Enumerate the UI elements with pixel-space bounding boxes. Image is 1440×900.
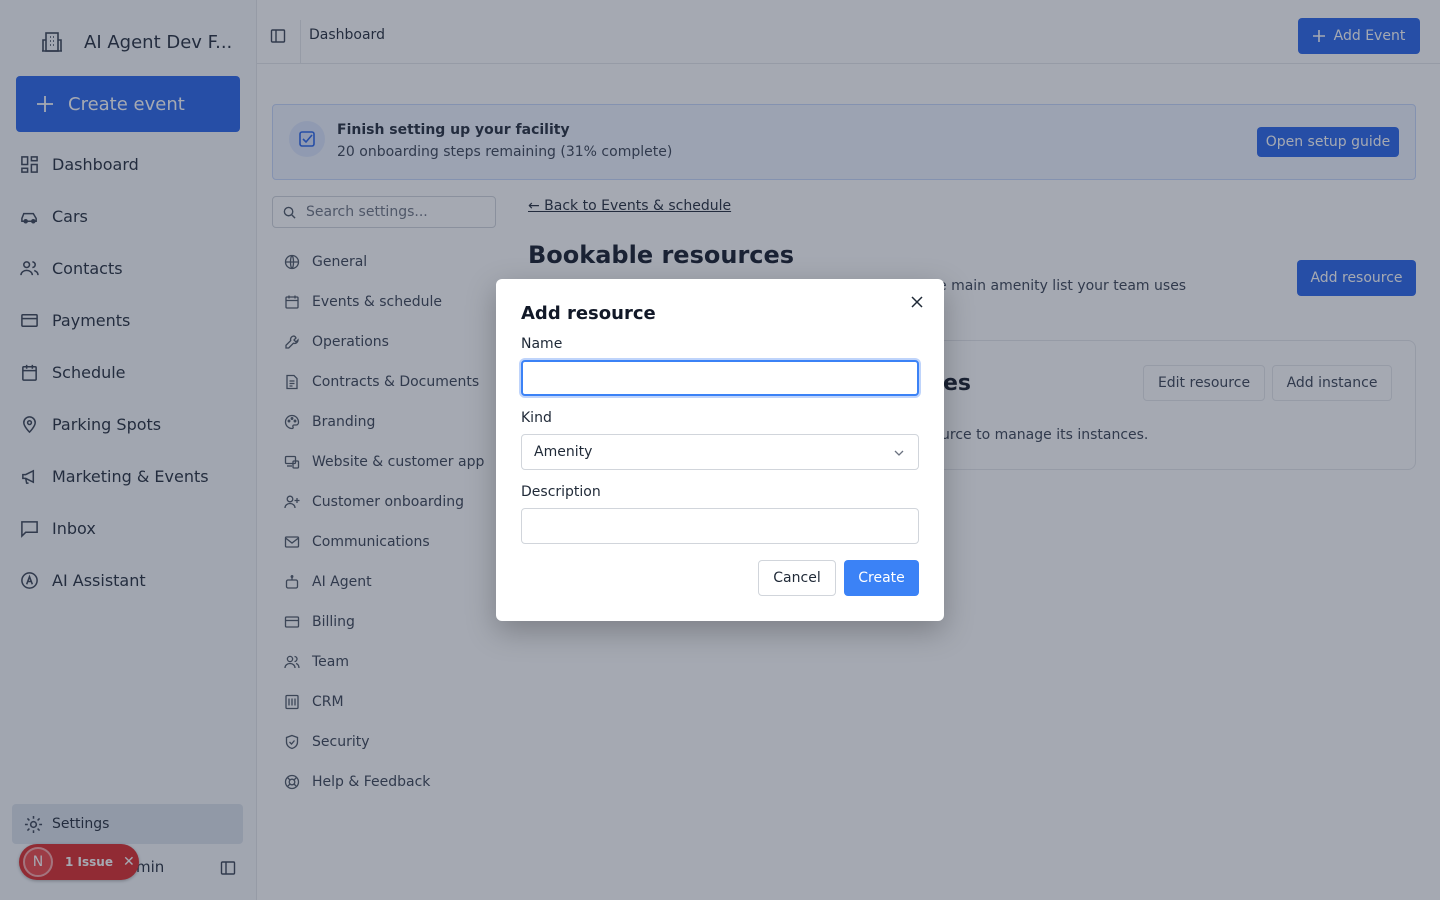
description-field[interactable] [521,508,919,544]
name-label: Name [521,336,563,352]
chevron-down-icon [894,448,904,458]
dialog-title: Add resource [521,303,656,324]
kind-selected-value: Amenity [534,444,593,460]
add-resource-dialog: Add resource Name Kind Amenity Descripti… [496,279,944,621]
cancel-button[interactable]: Cancel [758,560,836,596]
create-button[interactable]: Create [844,560,919,596]
description-label: Description [521,484,601,500]
kind-label: Kind [521,410,552,426]
close-icon[interactable] [911,296,923,308]
name-field[interactable] [521,360,919,396]
kind-select[interactable]: Amenity [521,434,919,470]
